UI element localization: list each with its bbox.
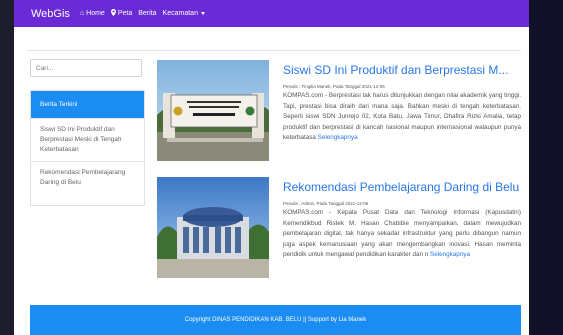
sidebar-item-siswi-sd[interactable]: Siswi SD Ini Produktif dan Berprestasi M… — [31, 118, 144, 161]
top-navbar: WebGis ⌂ Home Peta Berita Kecamatan — [14, 0, 529, 27]
window-left-edge — [0, 0, 14, 335]
footer-copyright: Copyright DINAS PENDIDIKAN KAB. BELU || … — [184, 317, 367, 323]
home-icon: ⌂ — [79, 10, 85, 17]
read-more-link-1[interactable]: Selengkapnya — [318, 134, 358, 141]
nav-home[interactable]: ⌂ Home — [80, 10, 105, 17]
nav-peta[interactable]: Peta — [110, 9, 133, 18]
window-right-edge — [529, 0, 563, 335]
nav-peta-label: Peta — [117, 10, 133, 17]
page-footer: Copyright DINAS PENDIDIKAN KAB. BELU || … — [30, 305, 521, 335]
caret-down-icon — [200, 12, 205, 15]
post-image-building[interactable] — [157, 177, 269, 278]
nav-berita-label: Berita — [138, 10, 157, 17]
post-image-school-sign[interactable] — [157, 60, 269, 161]
nav-kecamatan-label: Kecamatan — [162, 10, 198, 17]
post-body-2: KOMPAS.com - Kepala Pusat Data dan Tekno… — [283, 208, 521, 261]
sidebar-heading[interactable]: Berita Terkini — [31, 91, 144, 118]
post-excerpt-2: KOMPAS.com - Kepala Pusat Data dan Tekno… — [283, 209, 521, 258]
map-pin-icon — [110, 9, 116, 18]
nav-kecamatan-dropdown[interactable]: Kecamatan — [163, 10, 205, 17]
brand-logo-text[interactable]: WebGis — [31, 8, 70, 20]
search-input[interactable] — [30, 59, 142, 77]
post-meta-2: Penulis : Admin, Pada Tanggal 2021-12-06 — [283, 201, 369, 206]
post-body-1: KOMPAS.com - Berprestasi tak harus ditun… — [283, 91, 521, 144]
sidebar-item-rekomendasi[interactable]: Rekomendasi Pembelajarang Daring di Belu — [31, 161, 144, 194]
nav-home-label: Home — [86, 10, 105, 17]
nav-berita[interactable]: Berita — [138, 10, 156, 17]
content-divider — [27, 50, 521, 51]
post-title-1[interactable]: Siswi SD Ini Produktif dan Berprestasi M… — [283, 63, 523, 77]
post-meta-1: Penulis : Fingilia Manek, Pada Tanggal 2… — [283, 84, 385, 89]
post-title-2[interactable]: Rekomendasi Pembelajarang Daring di Belu — [283, 180, 523, 194]
read-more-link-2[interactable]: Selengkapnya — [430, 251, 470, 258]
sidebar-news-list: Berita Terkini Siswi SD Ini Produktif da… — [30, 90, 145, 206]
